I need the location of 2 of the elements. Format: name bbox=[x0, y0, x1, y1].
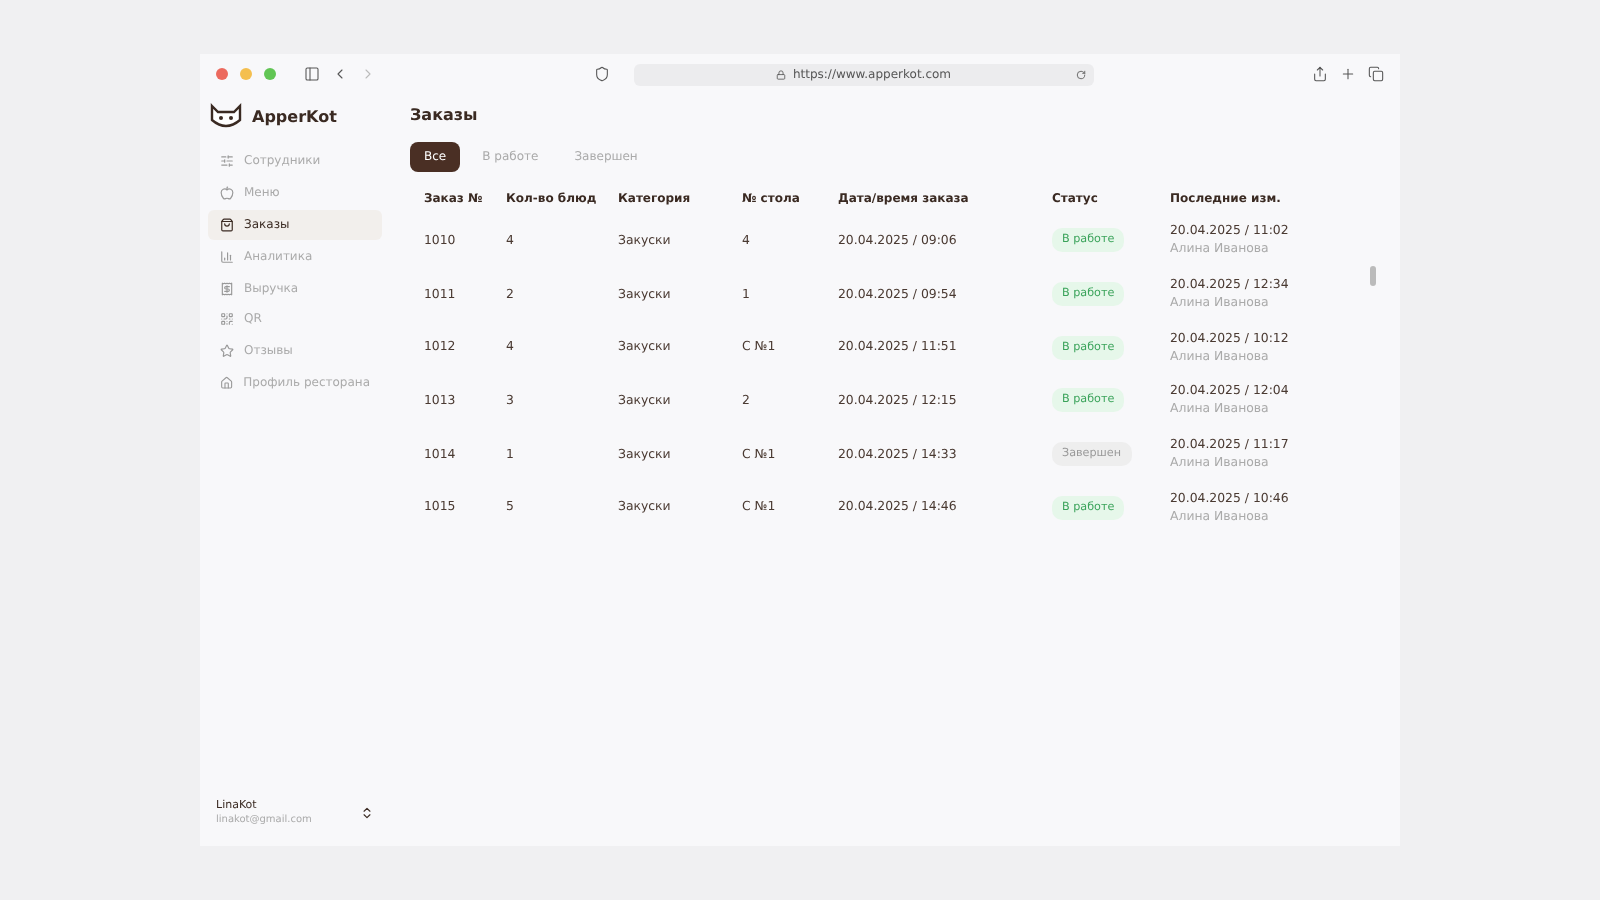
page-title: Заказы bbox=[410, 106, 480, 124]
brand-name: ApperKot bbox=[252, 107, 337, 125]
